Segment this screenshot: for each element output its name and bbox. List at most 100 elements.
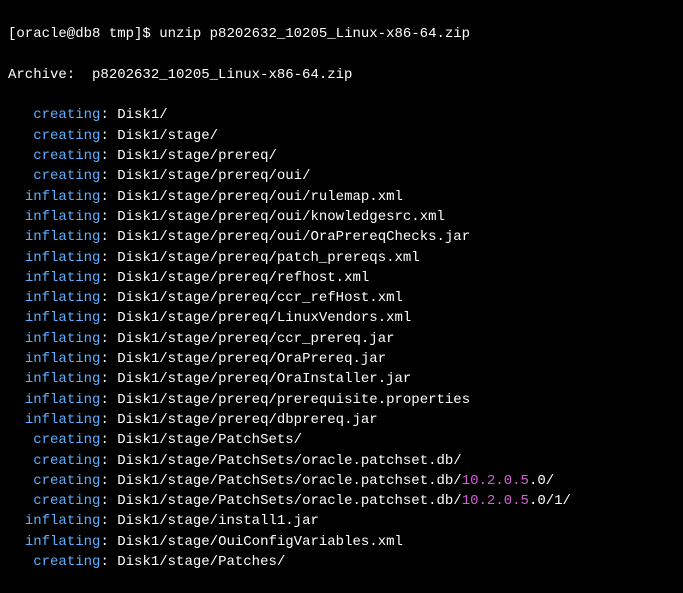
separator: : bbox=[100, 229, 117, 245]
indent bbox=[8, 148, 33, 164]
action-label: creating bbox=[33, 128, 100, 144]
indent bbox=[8, 168, 33, 184]
separator: : bbox=[100, 351, 117, 367]
indent bbox=[8, 412, 25, 428]
indent bbox=[8, 493, 33, 509]
output-line: creating: Disk1/stage/prereq/ bbox=[8, 146, 675, 166]
archive-line: Archive: p8202632_10205_Linux-x86-64.zip bbox=[8, 65, 675, 85]
file-path: Disk1/stage/prereq/patch_prereqs.xml bbox=[117, 250, 419, 266]
indent bbox=[8, 453, 33, 469]
indent bbox=[8, 209, 25, 225]
action-label: inflating bbox=[25, 534, 101, 550]
separator: : bbox=[100, 432, 117, 448]
indent bbox=[8, 229, 25, 245]
indent bbox=[8, 534, 25, 550]
file-path: Disk1/ bbox=[117, 107, 167, 123]
action-label: inflating bbox=[25, 513, 101, 529]
file-path: Disk1/stage/prereq/oui/ bbox=[117, 168, 310, 184]
action-label: creating bbox=[33, 432, 100, 448]
shell-prompt: [oracle@db8 tmp]$ bbox=[8, 26, 159, 42]
separator: : bbox=[100, 290, 117, 306]
output-line: creating: Disk1/stage/Patches/ bbox=[8, 552, 675, 572]
file-path: Disk1/stage/OuiConfigVariables.xml bbox=[117, 534, 403, 550]
indent bbox=[8, 371, 25, 387]
output-lines: creating: Disk1/ creating: Disk1/stage/ … bbox=[8, 105, 675, 572]
file-path: Disk1/stage/prereq/ccr_prereq.jar bbox=[117, 331, 394, 347]
separator: : bbox=[100, 331, 117, 347]
indent bbox=[8, 392, 25, 408]
path-suffix: .0/1/ bbox=[529, 493, 571, 509]
separator: : bbox=[100, 168, 117, 184]
output-line: inflating: Disk1/stage/install1.jar bbox=[8, 511, 675, 531]
path-suffix: .0/ bbox=[529, 473, 554, 489]
command-line: [oracle@db8 tmp]$ unzip p8202632_10205_L… bbox=[8, 24, 675, 44]
action-label: creating bbox=[33, 148, 100, 164]
output-line: inflating: Disk1/stage/prereq/patch_prer… bbox=[8, 248, 675, 268]
file-path: Disk1/stage/PatchSets/oracle.patchset.db… bbox=[117, 473, 461, 489]
action-label: creating bbox=[33, 168, 100, 184]
output-line: inflating: Disk1/stage/prereq/OraPrereq.… bbox=[8, 349, 675, 369]
file-path: Disk1/stage/prereq/OraPrereq.jar bbox=[117, 351, 386, 367]
output-line: creating: Disk1/stage/prereq/oui/ bbox=[8, 166, 675, 186]
output-line: creating: Disk1/ bbox=[8, 105, 675, 125]
output-line: creating: Disk1/stage/PatchSets/oracle.p… bbox=[8, 491, 675, 511]
indent bbox=[8, 250, 25, 266]
output-line: creating: Disk1/stage/PatchSets/ bbox=[8, 430, 675, 450]
action-label: inflating bbox=[25, 250, 101, 266]
output-line: inflating: Disk1/stage/prereq/oui/knowle… bbox=[8, 207, 675, 227]
action-label: inflating bbox=[25, 290, 101, 306]
output-line: inflating: Disk1/stage/prereq/ccr_prereq… bbox=[8, 329, 675, 349]
action-label: inflating bbox=[25, 310, 101, 326]
separator: : bbox=[100, 473, 117, 489]
output-line: inflating: Disk1/stage/prereq/OraInstall… bbox=[8, 369, 675, 389]
action-label: inflating bbox=[25, 371, 101, 387]
separator: : bbox=[100, 513, 117, 529]
indent bbox=[8, 107, 33, 123]
output-line: inflating: Disk1/stage/OuiConfigVariable… bbox=[8, 532, 675, 552]
action-label: creating bbox=[33, 493, 100, 509]
separator: : bbox=[100, 148, 117, 164]
file-path: Disk1/stage/PatchSets/oracle.patchset.db… bbox=[117, 493, 461, 509]
indent bbox=[8, 513, 25, 529]
terminal-output[interactable]: [oracle@db8 tmp]$ unzip p8202632_10205_L… bbox=[8, 4, 675, 593]
output-line: inflating: Disk1/stage/prereq/oui/OraPre… bbox=[8, 227, 675, 247]
version-number: 10.2.0.5 bbox=[462, 473, 529, 489]
action-label: inflating bbox=[25, 331, 101, 347]
separator: : bbox=[100, 270, 117, 286]
file-path: Disk1/stage/prereq/ bbox=[117, 148, 277, 164]
file-path: Disk1/stage/Patches/ bbox=[117, 554, 285, 570]
file-path: Disk1/stage/prereq/ccr_refHost.xml bbox=[117, 290, 403, 306]
output-line: inflating: Disk1/stage/prereq/oui/rulema… bbox=[8, 187, 675, 207]
file-path: Disk1/stage/ bbox=[117, 128, 218, 144]
file-path: Disk1/stage/PatchSets/oracle.patchset.db… bbox=[117, 453, 461, 469]
indent bbox=[8, 331, 25, 347]
file-path: Disk1/stage/prereq/oui/knowledgesrc.xml bbox=[117, 209, 445, 225]
file-path: Disk1/stage/prereq/LinuxVendors.xml bbox=[117, 310, 411, 326]
separator: : bbox=[100, 310, 117, 326]
output-line: inflating: Disk1/stage/prereq/ccr_refHos… bbox=[8, 288, 675, 308]
separator: : bbox=[100, 392, 117, 408]
archive-file: p8202632_10205_Linux-x86-64.zip bbox=[92, 67, 352, 83]
output-line: inflating: Disk1/stage/prereq/dbprereq.j… bbox=[8, 410, 675, 430]
file-path: Disk1/stage/prereq/prerequisite.properti… bbox=[117, 392, 470, 408]
separator: : bbox=[100, 554, 117, 570]
separator: : bbox=[100, 250, 117, 266]
action-label: inflating bbox=[25, 189, 101, 205]
action-label: creating bbox=[33, 473, 100, 489]
separator: : bbox=[100, 534, 117, 550]
action-label: inflating bbox=[25, 229, 101, 245]
file-path: Disk1/stage/prereq/oui/rulemap.xml bbox=[117, 189, 403, 205]
indent bbox=[8, 554, 33, 570]
action-label: creating bbox=[33, 554, 100, 570]
file-path: Disk1/stage/prereq/OraInstaller.jar bbox=[117, 371, 411, 387]
file-path: Disk1/stage/prereq/refhost.xml bbox=[117, 270, 369, 286]
separator: : bbox=[100, 107, 117, 123]
separator: : bbox=[100, 412, 117, 428]
action-label: inflating bbox=[25, 209, 101, 225]
indent bbox=[8, 189, 25, 205]
shell-command: unzip p8202632_10205_Linux-x86-64.zip bbox=[159, 26, 470, 42]
version-number: 10.2.0.5 bbox=[462, 493, 529, 509]
indent bbox=[8, 473, 33, 489]
output-line: creating: Disk1/stage/PatchSets/oracle.p… bbox=[8, 471, 675, 491]
indent bbox=[8, 310, 25, 326]
